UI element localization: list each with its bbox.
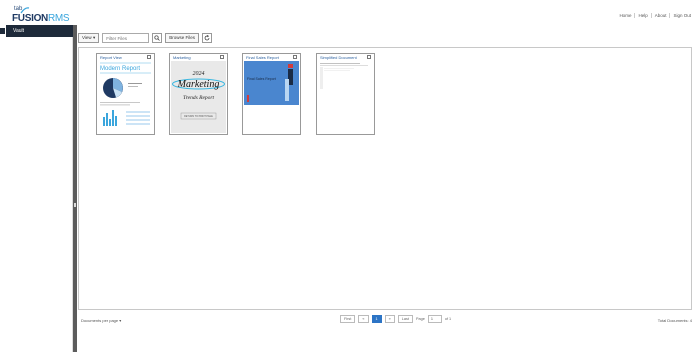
select-checkbox-icon[interactable] <box>367 55 371 59</box>
logo-fusion-text: FUSION <box>12 13 48 24</box>
total-documents: Total Documents: 4 <box>657 318 692 323</box>
filter-input[interactable] <box>102 33 150 43</box>
page-count: of 1 <box>444 317 452 321</box>
document-thumbnail[interactable]: Modern Report <box>98 61 153 133</box>
thumb-year: 2024 <box>193 70 205 77</box>
splitter-handle-icon[interactable] <box>74 203 76 207</box>
last-page-button[interactable]: Last <box>397 315 413 323</box>
nav-home-link[interactable]: Home <box>616 13 634 18</box>
document-viewer: Report View Modern Report Marketing 2024… <box>78 47 692 310</box>
thumb-sub: Trends Report <box>183 95 215 101</box>
sidebar-splitter[interactable] <box>73 25 77 352</box>
thumb-heading: Marketing <box>177 79 220 90</box>
logo-tab-text: tab <box>14 6 23 12</box>
logo-wordmark: FUSIONRMS <box>12 13 70 24</box>
select-checkbox-icon[interactable] <box>293 55 297 59</box>
vault-icon <box>0 28 5 34</box>
report-thumbnail-image: Modern Report <box>100 62 151 126</box>
view-dropdown[interactable]: View ▾ <box>78 33 100 43</box>
page-input[interactable]: 1 <box>427 315 442 323</box>
page-label: Page <box>415 317 425 321</box>
document-card[interactable]: Report View Modern Report <box>96 53 155 135</box>
top-nav: Home Help About Sign Out <box>616 13 694 18</box>
simplified-thumbnail-image <box>320 63 368 89</box>
next-page-button[interactable]: » <box>384 315 395 323</box>
thumb-heading: Modern Report <box>100 66 140 72</box>
refresh-icon <box>204 35 210 41</box>
nav-about-link[interactable]: About <box>650 13 670 18</box>
footer: Documents per page ▾ First « 1 » Last Pa… <box>78 315 694 327</box>
document-title: Marketing <box>173 55 191 60</box>
search-button[interactable] <box>152 33 163 43</box>
document-card[interactable]: Marketing 2024 Marketing Trends Report R… <box>169 53 228 135</box>
document-title: Simplified Document <box>320 55 357 60</box>
sidebar: Vault <box>0 25 73 352</box>
documents-per-page-text: Documents per page <box>81 318 119 323</box>
refresh-button[interactable] <box>201 33 212 43</box>
pagination: First « 1 » Last Page 1 of 1 <box>340 315 451 323</box>
document-thumbnail[interactable] <box>318 61 373 133</box>
thumb-heading: Final Sales Report <box>247 77 276 81</box>
logo-rms-text: RMS <box>47 13 70 24</box>
document-thumbnail[interactable]: Final Sales Report <box>244 61 299 133</box>
document-title: Final Sales Report <box>246 55 279 60</box>
nav-signout-link[interactable]: Sign Out <box>669 13 694 18</box>
main-content: View ▾ Browse Files Report View Modern <box>78 25 694 352</box>
thumb-button: RETURN TO PRINT PAGE <box>184 115 213 118</box>
page-1-button[interactable]: 1 <box>371 315 382 323</box>
view-dropdown-label: View <box>82 35 92 40</box>
documents-per-page-label[interactable]: Documents per page ▾ <box>81 318 121 323</box>
search-icon <box>154 35 160 41</box>
sidebar-item-label: Vault <box>13 28 25 34</box>
sales-thumbnail-image: Final Sales Report <box>244 61 299 105</box>
first-page-button[interactable]: First <box>340 315 356 323</box>
select-checkbox-icon[interactable] <box>220 55 224 59</box>
sidebar-item-vault[interactable]: Vault <box>0 25 73 37</box>
app-header: tab FUSIONRMS Home Help About Sign Out <box>0 0 694 25</box>
document-thumbnail[interactable]: 2024 Marketing Trends Report RETURN TO P… <box>171 61 226 133</box>
marketing-thumbnail-image: 2024 Marketing Trends Report RETURN TO P… <box>171 61 226 133</box>
document-title: Report View <box>100 55 122 60</box>
document-card[interactable]: Simplified Document <box>316 53 375 135</box>
toolbar: View ▾ Browse Files <box>78 33 212 43</box>
prev-page-button[interactable]: « <box>358 315 369 323</box>
browse-files-button[interactable]: Browse Files <box>165 33 199 43</box>
nav-help-link[interactable]: Help <box>634 13 650 18</box>
select-checkbox-icon[interactable] <box>147 55 151 59</box>
document-card[interactable]: Final Sales Report Final Sales Report <box>242 53 301 135</box>
